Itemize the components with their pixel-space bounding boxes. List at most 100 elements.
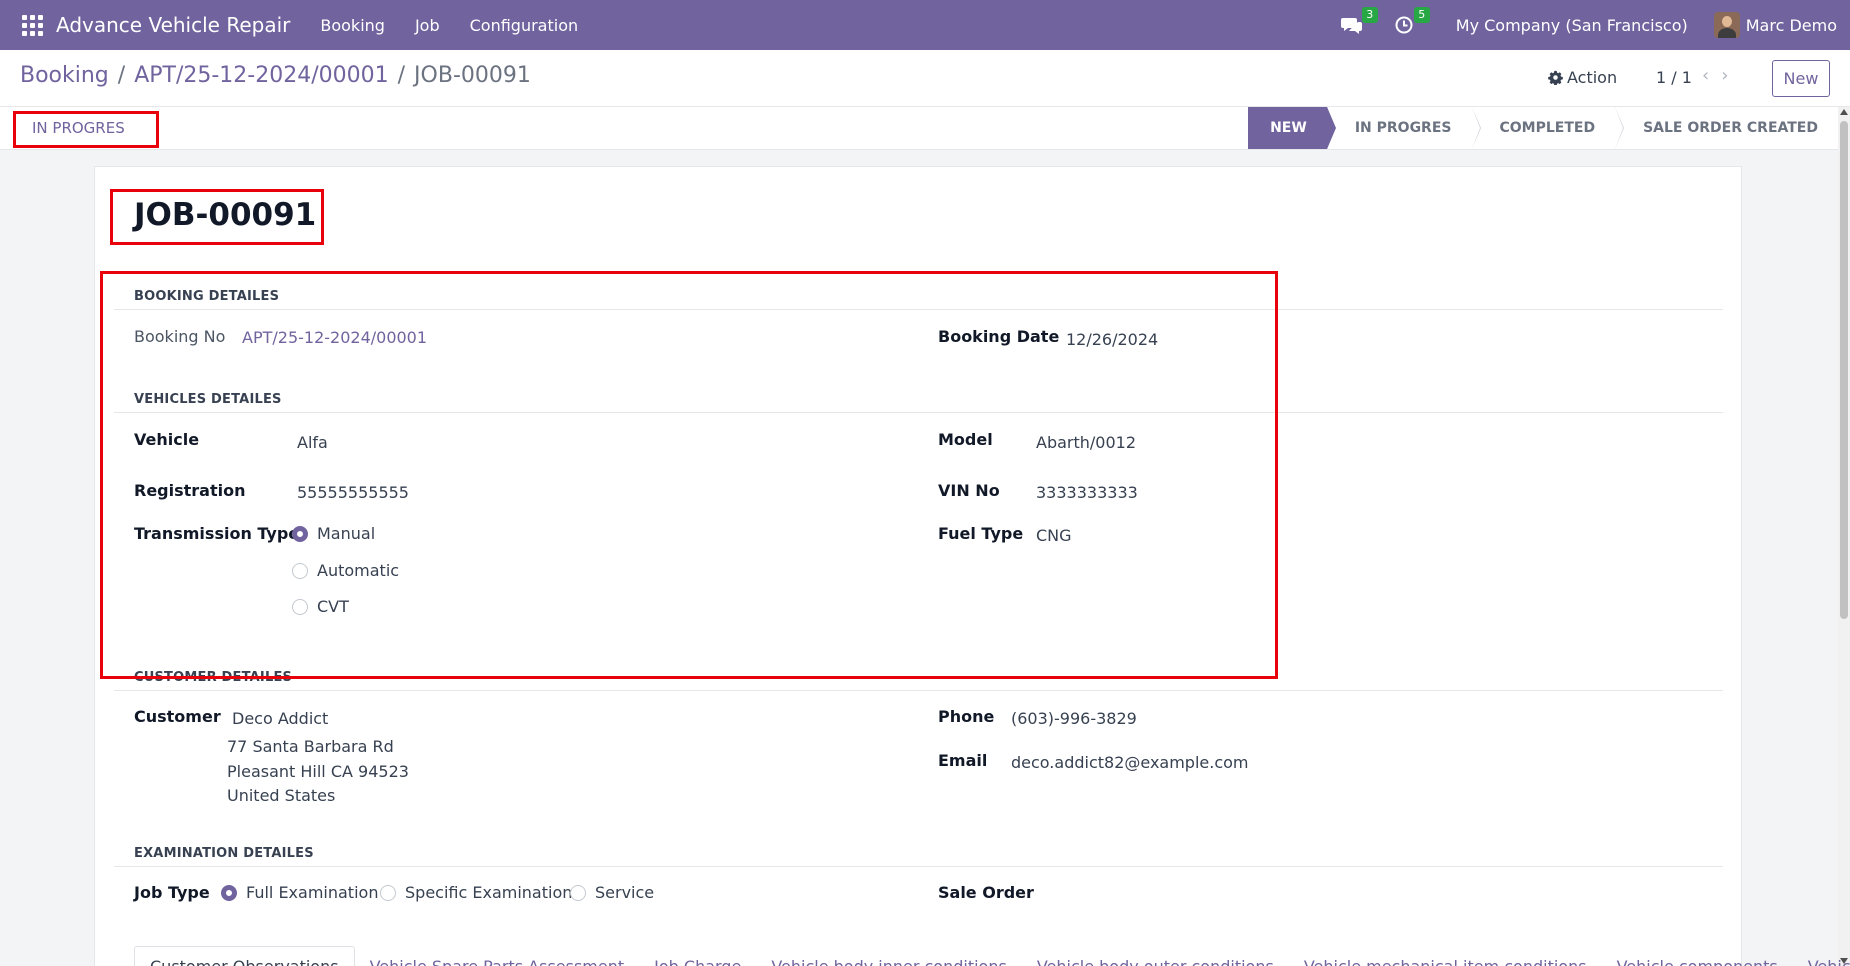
tab-vehicle-spare-parts-assessment[interactable]: Vehicle Spare Parts Assessment: [355, 947, 640, 966]
company-switcher[interactable]: My Company (San Francisco): [1456, 16, 1688, 35]
booking-date-value[interactable]: 12/26/2024: [1066, 330, 1158, 349]
page-scrollbar[interactable]: [1838, 107, 1850, 966]
radio-checked-icon: [221, 884, 237, 901]
status-bar: IN PROGRES NEW IN PROGRES COMPLETED SALE…: [0, 107, 1838, 150]
section-divider: [114, 690, 1723, 691]
radio-unchecked-icon: [292, 598, 308, 615]
tab-vehicle-body-outer-conditions[interactable]: Vehicle body outer conditions: [1022, 947, 1289, 966]
vehicle-section-heading: VEHICLES DETAILES: [134, 392, 282, 407]
booking-no-label: Booking No: [134, 327, 226, 346]
customer-section-heading: CUSTOMER DETAILES: [134, 670, 293, 685]
tab-vehicle-mechanical-item-conditions[interactable]: Vehicle mechanical item conditions: [1289, 947, 1602, 966]
section-divider: [114, 412, 1723, 413]
radio-unchecked-icon: [380, 884, 396, 901]
radio-checked-icon: [292, 525, 308, 542]
stage-in-progress[interactable]: IN PROGRES: [1327, 107, 1481, 149]
section-divider: [114, 309, 1723, 310]
vin-value[interactable]: 3333333333: [1036, 483, 1138, 502]
booking-no-link[interactable]: APT/25-12-2024/00001: [242, 328, 427, 347]
customer-address-line3: United States: [227, 786, 336, 805]
email-value[interactable]: deco.addict82@example.com: [1011, 753, 1249, 772]
menu-job[interactable]: Job: [415, 16, 440, 35]
action-menu-button[interactable]: Action: [1548, 68, 1617, 87]
radio-label: Full Examination: [246, 883, 379, 902]
radio-label: Manual: [317, 524, 376, 543]
transmission-cvt-radio[interactable]: CVT: [292, 597, 349, 616]
transmission-manual-radio[interactable]: Manual: [292, 524, 375, 543]
customer-address-line1: 77 Santa Barbara Rd: [227, 737, 394, 756]
breadcrumb: Booking / APT/25-12-2024/00001 / JOB-000…: [20, 63, 531, 88]
model-label: Model: [938, 430, 993, 449]
job-type-label: Job Type: [134, 883, 210, 902]
tab-vehicle-body-inner-conditions[interactable]: Vehicle body inner conditions: [756, 947, 1022, 966]
messages-button[interactable]: 3: [1338, 7, 1378, 39]
activities-button[interactable]: 5: [1390, 7, 1430, 39]
phone-label: Phone: [938, 707, 995, 726]
sale-order-label: Sale Order: [938, 883, 1034, 902]
breadcrumb-booking[interactable]: Booking: [20, 63, 109, 88]
gear-icon: [1548, 70, 1563, 85]
vehicle-value[interactable]: Alfa: [297, 433, 328, 452]
radio-label: Specific Examination: [405, 883, 573, 902]
vin-label: VIN No: [938, 481, 1000, 500]
booking-section-heading: BOOKING DETAILES: [134, 289, 280, 304]
apps-grid-icon[interactable]: [20, 13, 44, 37]
messages-count-badge: 3: [1361, 7, 1378, 23]
fuel-type-label: Fuel Type: [938, 524, 1024, 543]
menu-configuration[interactable]: Configuration: [470, 16, 579, 35]
transmission-automatic-radio[interactable]: Automatic: [292, 561, 399, 580]
radio-unchecked-icon: [570, 884, 586, 901]
tab-vehicle-more[interactable]: Vehicl: [1793, 947, 1850, 966]
stage-new[interactable]: NEW: [1248, 107, 1336, 149]
scroll-up-arrow-icon[interactable]: [1840, 109, 1848, 115]
breadcrumb-current: JOB-00091: [414, 63, 531, 88]
action-label: Action: [1567, 68, 1618, 87]
radio-unchecked-icon: [292, 562, 308, 579]
transmission-label: Transmission Type: [134, 524, 300, 543]
booking-date-label: Booking Date: [938, 327, 1060, 346]
stage-sale-order-created[interactable]: SALE ORDER CREATED: [1615, 107, 1838, 149]
examination-section-heading: EXAMINATION DETAILES: [134, 846, 314, 861]
job-type-specific-examination-radio[interactable]: Specific Examination: [380, 883, 572, 902]
new-button[interactable]: New: [1772, 60, 1830, 97]
status-in-progress-button[interactable]: IN PROGRES: [32, 119, 125, 137]
tab-vehicle-components[interactable]: Vehicle components: [1602, 947, 1793, 966]
tab-job-charge[interactable]: Job Charge: [639, 947, 756, 966]
customer-label: Customer: [134, 707, 221, 726]
registration-label: Registration: [134, 481, 246, 500]
top-navbar: Advance Vehicle Repair Booking Job Confi…: [0, 0, 1850, 50]
email-label: Email: [938, 751, 988, 770]
vehicle-label: Vehicle: [134, 430, 200, 449]
chat-icon: [1340, 18, 1362, 34]
stage-completed[interactable]: COMPLETED: [1472, 107, 1624, 149]
phone-value[interactable]: (603)-996-3829: [1011, 709, 1137, 728]
radio-label: Service: [595, 883, 655, 902]
chevron-right-icon[interactable]: ›: [1721, 65, 1728, 86]
customer-name-value[interactable]: Deco Addict: [232, 709, 328, 728]
scrollbar-thumb[interactable]: [1840, 121, 1848, 619]
menu-booking[interactable]: Booking: [320, 16, 385, 35]
model-value[interactable]: Abarth/0012: [1036, 433, 1136, 452]
registration-value[interactable]: 55555555555: [297, 483, 409, 502]
breadcrumb-separator: /: [397, 63, 406, 88]
breadcrumb-separator: /: [117, 63, 126, 88]
app-name[interactable]: Advance Vehicle Repair: [56, 13, 290, 37]
user-menu[interactable]: Marc Demo: [1713, 12, 1837, 38]
breadcrumb-booking-record[interactable]: APT/25-12-2024/00001: [134, 63, 388, 88]
pager-value[interactable]: 1 / 1: [1656, 68, 1692, 87]
radio-label: Automatic: [317, 561, 400, 580]
customer-address-line2: Pleasant Hill CA 94523: [227, 762, 409, 781]
activities-count-badge: 5: [1413, 7, 1430, 23]
job-type-service-radio[interactable]: Service: [570, 883, 654, 902]
chevron-left-icon[interactable]: ‹: [1702, 65, 1709, 86]
record-title: JOB-00091: [134, 197, 317, 233]
notebook-tabs: Customer Observations Vehicle Spare Part…: [134, 940, 1850, 966]
job-type-full-examination-radio[interactable]: Full Examination: [221, 883, 378, 902]
fuel-type-value[interactable]: CNG: [1036, 526, 1072, 545]
stage-pipeline: NEW IN PROGRES COMPLETED SALE ORDER CREA…: [1248, 107, 1838, 149]
form-sheet: JOB-00091 BOOKING DETAILES Booking No AP…: [94, 166, 1850, 966]
tab-customer-observations[interactable]: Customer Observations: [134, 946, 355, 966]
user-name: Marc Demo: [1745, 15, 1837, 35]
navbar-right: 3 5 My Company (San Francisco) Marc Demo: [1338, 0, 1850, 50]
clock-icon: [1395, 16, 1413, 34]
